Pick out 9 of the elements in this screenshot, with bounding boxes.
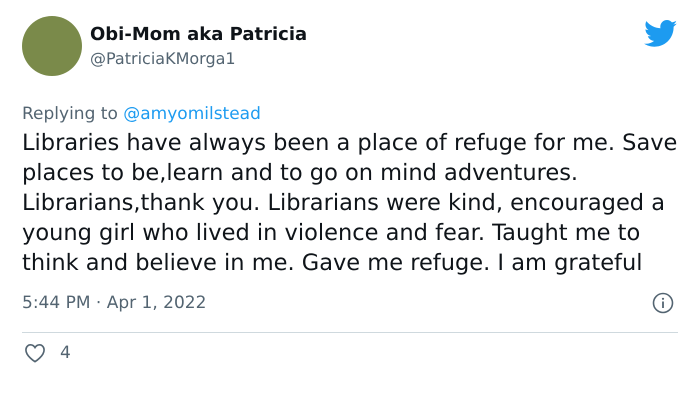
- author-handle: @PatriciaKMorga1: [90, 49, 237, 68]
- author-name: Obi-Mom aka Patricia: [90, 24, 308, 45]
- info-icon[interactable]: [652, 292, 674, 314]
- timestamp[interactable]: 5:44 PM · Apr 1, 2022: [22, 293, 206, 313]
- heart-icon[interactable]: [24, 343, 46, 363]
- replying-to-text: Replying to @amyomilstead: [22, 104, 262, 124]
- bird-icon: [644, 20, 678, 48]
- like-count: 4: [60, 343, 71, 363]
- tweet-text: Libraries have always been a place of refuge for me. Save places to be,learn and to go on mind adventures. Librarians,thank you. Librarians were kind, encouraged a young girl who lived in violence and fear. Taught me to think and believe in me. Gave me refuge. I am grateful: [22, 129, 678, 278]
